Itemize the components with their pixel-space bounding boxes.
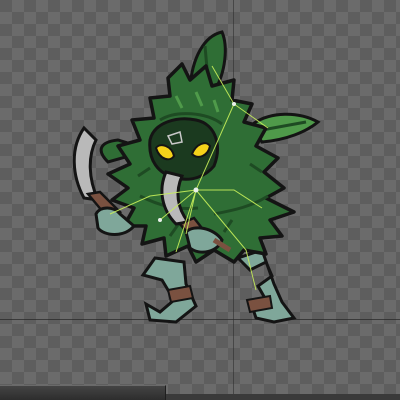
- editor-viewport[interactable]: [0, 0, 400, 400]
- left-leg: [140, 256, 198, 324]
- right-leg: [235, 248, 297, 324]
- character-sprite[interactable]: [0, 0, 400, 400]
- bottom-panel[interactable]: [0, 385, 166, 400]
- bottom-panel-strip: [166, 394, 400, 400]
